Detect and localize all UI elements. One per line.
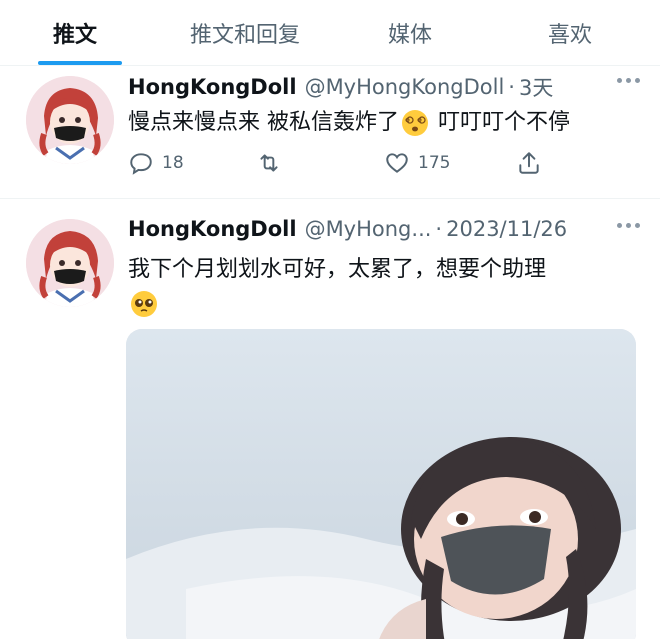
tab-media[interactable]: 媒体 [340, 0, 480, 65]
share-icon [519, 152, 539, 174]
tweet-actions: 18 175 [128, 150, 568, 184]
reply-count: 18 [162, 153, 184, 173]
separator: · [508, 75, 515, 99]
tweet[interactable]: HongKongDoll @MyHongKongDoll · 3天 慢点来慢点来… [0, 66, 660, 199]
more-options-icon[interactable] [617, 223, 640, 228]
avatar[interactable] [26, 219, 114, 307]
profile-tabs: 推文 推文和回复 媒体 喜欢 [0, 0, 660, 66]
dizzy-face-emoji-icon [402, 110, 428, 136]
separator: · [435, 217, 443, 241]
avatar[interactable] [26, 76, 114, 164]
share-button[interactable] [516, 150, 542, 176]
display-name[interactable]: HongKongDoll [128, 217, 297, 241]
tweet[interactable]: HongKongDoll @MyHong... · 2023/11/26 我下个… [0, 199, 660, 639]
pleading-face-emoji-icon [131, 291, 157, 317]
like-button[interactable]: 175 [384, 150, 450, 176]
retweet-icon [260, 154, 278, 172]
tab-likes[interactable]: 喜欢 [480, 0, 660, 65]
display-name[interactable]: HongKongDoll [128, 75, 297, 99]
like-count: 175 [418, 153, 451, 173]
reply-button[interactable]: 18 [128, 150, 184, 176]
more-options-icon[interactable] [617, 78, 640, 83]
timestamp[interactable]: 3天 [519, 72, 553, 102]
retweet-button[interactable] [256, 150, 282, 176]
tweet-header: HongKongDoll @MyHongKongDoll · 3天 [128, 72, 640, 102]
tweet-header: HongKongDoll @MyHong... · 2023/11/26 [128, 217, 640, 241]
tweet-text-part: 叮叮叮个不停 [431, 110, 570, 135]
heart-icon [386, 153, 408, 173]
tab-posts[interactable]: 推文 [0, 0, 150, 65]
tweet-text-part: 慢点来慢点来 被私信轰炸了 [128, 110, 399, 135]
timestamp[interactable]: 2023/11/26 [446, 217, 567, 241]
tweet-text: 慢点来慢点来 被私信轰炸了 叮叮叮个不停 [128, 106, 636, 140]
tweet-text-part: 我下个月划划水可好，太累了，想要个助理 [128, 257, 547, 282]
tweet-text: 我下个月划划水可好，太累了，想要个助理 [128, 253, 636, 321]
user-handle[interactable]: @MyHongKongDoll [305, 75, 505, 99]
tweet-media-photo[interactable] [126, 329, 636, 639]
user-handle[interactable]: @MyHong... [305, 217, 432, 241]
tab-posts-and-replies[interactable]: 推文和回复 [150, 0, 340, 65]
reply-icon [130, 153, 152, 175]
